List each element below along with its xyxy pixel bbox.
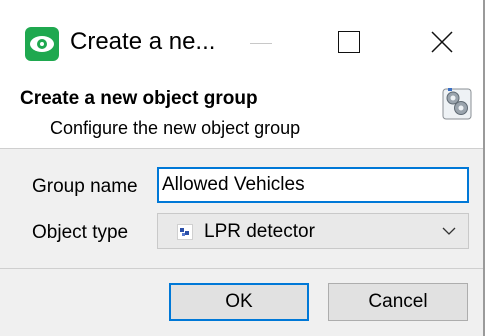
object-type-value: LPR detector — [204, 221, 315, 242]
close-icon — [431, 31, 453, 53]
dialog-window: Create a ne... Create a new object group… — [0, 0, 485, 336]
maximize-button[interactable] — [320, 18, 380, 68]
window-title: Create a ne... — [70, 28, 216, 55]
dialog-header: Create a new object group Configure the … — [0, 78, 483, 149]
maximize-icon — [338, 31, 360, 53]
app-eye-icon — [25, 27, 59, 61]
header-title: Create a new object group — [20, 88, 258, 109]
close-button[interactable] — [412, 18, 472, 68]
group-name-label: Group name — [32, 176, 138, 197]
chevron-down-icon — [442, 227, 456, 235]
title-bar[interactable]: Create a ne... — [0, 0, 483, 78]
group-name-input[interactable] — [157, 167, 469, 203]
gear-icon — [442, 86, 472, 120]
minimize-icon — [250, 43, 272, 44]
object-type-select[interactable]: LPR detector — [157, 213, 469, 249]
object-type-label: Object type — [32, 222, 129, 243]
cancel-button[interactable]: Cancel — [328, 283, 468, 321]
header-subtitle: Configure the new object group — [50, 118, 301, 138]
footer-divider — [0, 268, 483, 269]
minimize-button[interactable] — [232, 18, 292, 68]
lpr-detector-icon — [177, 224, 193, 240]
ok-button[interactable]: OK — [169, 283, 309, 321]
